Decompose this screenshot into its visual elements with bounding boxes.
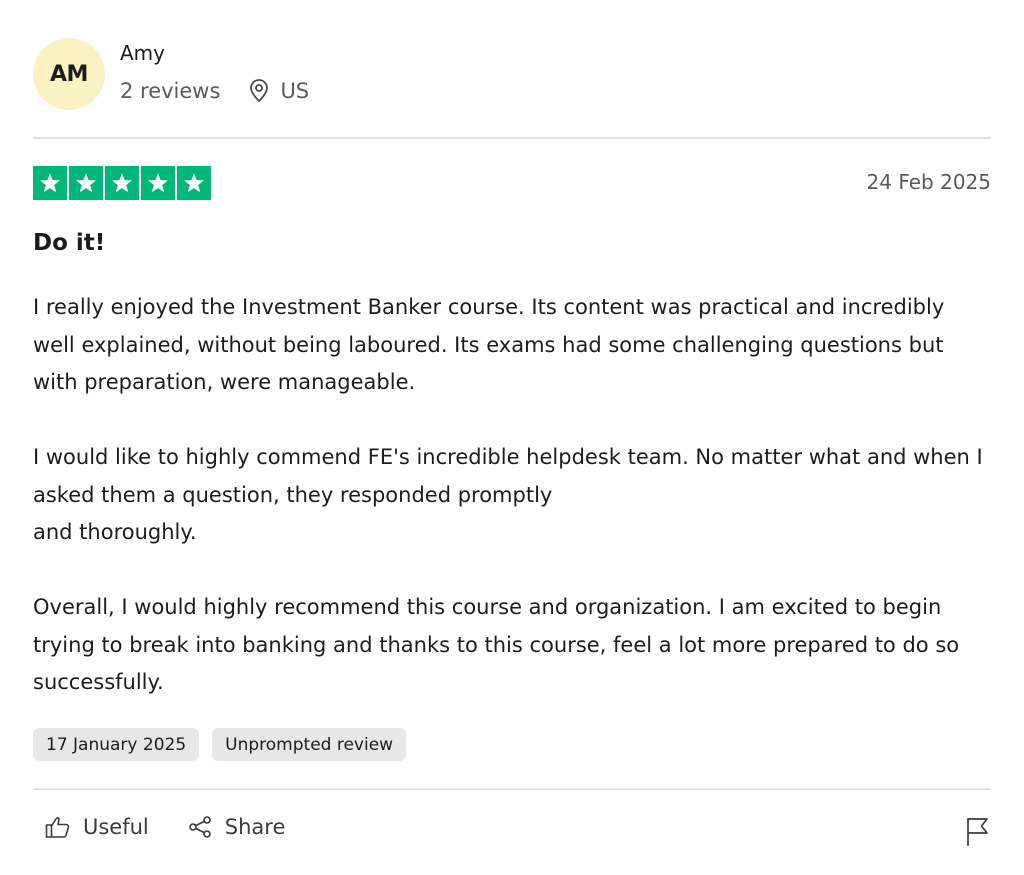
- star-rating: [33, 166, 211, 200]
- reviewer-meta: 2 reviews US: [120, 79, 309, 103]
- thumbs-up-icon: [45, 815, 77, 839]
- divider: [33, 788, 991, 790]
- location-pin-icon: [248, 79, 270, 103]
- review-actions: Useful Share: [45, 815, 285, 839]
- share-button[interactable]: Share: [187, 815, 286, 839]
- reviewer-name[interactable]: Amy: [120, 41, 165, 65]
- review-paragraph: Overall, I would highly recommend this c…: [33, 595, 960, 694]
- avatar[interactable]: AM: [33, 38, 105, 110]
- review-card: AM Amy 2 reviews US 24 Feb 2025 Do it! I…: [33, 0, 991, 875]
- review-tags: 17 January 2025 Unprompted review: [33, 728, 407, 761]
- reviewer-country: US: [280, 79, 310, 103]
- review-body: I really enjoyed the Investment Banker c…: [33, 289, 991, 702]
- experience-date-tag: 17 January 2025: [33, 728, 200, 761]
- star-icon: [177, 166, 211, 200]
- review-paragraph: I really enjoyed the Investment Banker c…: [33, 295, 945, 394]
- useful-button[interactable]: Useful: [45, 815, 149, 839]
- review-count: 2 reviews: [120, 79, 221, 103]
- share-label: Share: [224, 815, 286, 839]
- review-paragraph: I would like to highly commend FE's incr…: [33, 445, 983, 544]
- reviewer-header: AM Amy 2 reviews US: [33, 38, 991, 112]
- flag-icon[interactable]: [965, 816, 991, 848]
- share-icon: [187, 815, 219, 839]
- review-title[interactable]: Do it!: [33, 230, 105, 256]
- review-date: 24 Feb 2025: [866, 170, 991, 194]
- star-icon: [105, 166, 139, 200]
- divider: [33, 137, 991, 139]
- review-type-tag[interactable]: Unprompted review: [212, 728, 407, 761]
- useful-label: Useful: [83, 815, 149, 839]
- star-icon: [141, 166, 175, 200]
- star-icon: [69, 166, 103, 200]
- star-icon: [33, 166, 67, 200]
